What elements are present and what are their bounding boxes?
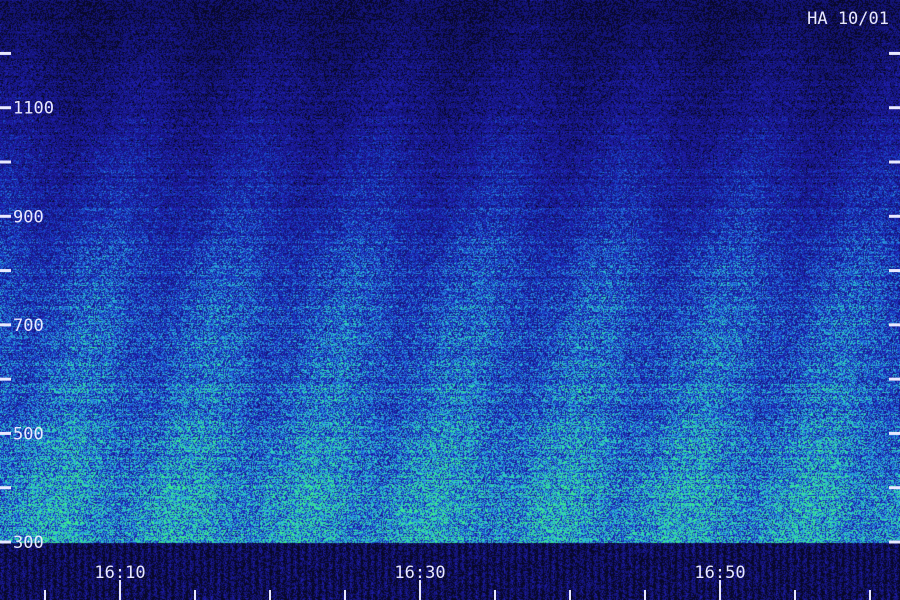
y-axis-left: 300 500 700 900 1100 [0,51,54,553]
y-axis-right [889,51,900,544]
y-tick-label-300: 300 [13,533,44,553]
chart-overlay: 300 500 700 900 1100 16:10 16:30 16:50 HA 10/0… [0,9,900,600]
y-tick-label-700: 700 [13,316,44,336]
station-label: HA 10/01 [807,9,889,29]
y-tick-label-1100: 1100 [13,99,54,119]
x-tick-label-1630: 16:30 [394,563,445,583]
x-tick-label-1610: 16:10 [94,563,145,583]
y-tick-label-500: 500 [13,424,44,444]
x-tick-label-1650: 16:50 [694,563,745,583]
x-axis: 16:10 16:30 16:50 [44,563,871,600]
y-tick-label-900: 900 [13,207,44,227]
